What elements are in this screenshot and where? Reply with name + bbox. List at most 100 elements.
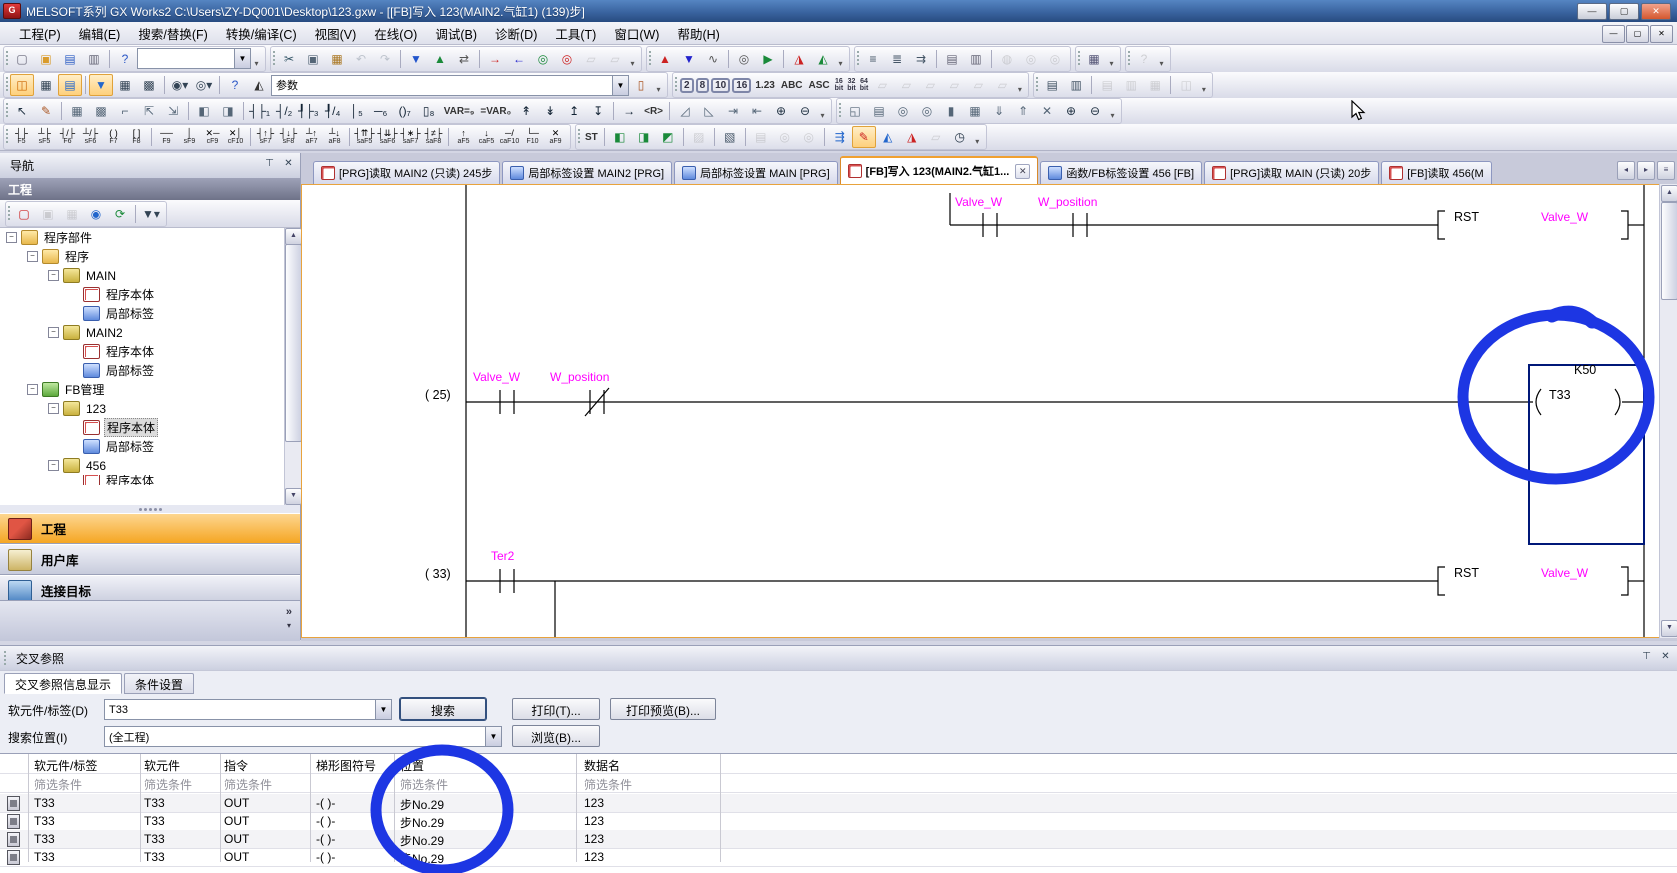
nav-close-icon[interactable]: ✕	[281, 157, 296, 172]
monitor-start-icon[interactable]: ▲	[653, 48, 677, 70]
table-cell-row2-col2[interactable]: OUT	[224, 832, 249, 846]
statement-insert-icon[interactable]: ▦	[1143, 74, 1167, 96]
xref-pin-icon[interactable]: ⊤	[1639, 650, 1654, 665]
comment-mark-icon[interactable]: ◧	[192, 100, 216, 122]
toolbar-overflow-icon[interactable]: ▾	[1106, 48, 1117, 70]
rebuild-all-icon[interactable]: ≣	[885, 48, 909, 70]
grid-interlock-icon[interactable]: ▦	[65, 100, 89, 122]
read-mode-tool-icon[interactable]: ◎	[773, 126, 797, 148]
display-octal-button[interactable]: 8	[696, 78, 710, 93]
statement-check-icon[interactable]: ◎	[1019, 48, 1043, 70]
minimize-button[interactable]: —	[1577, 3, 1607, 20]
filter-cell-4[interactable]: 筛选条件	[400, 776, 448, 793]
edit-pencil-icon[interactable]: ✎	[34, 100, 58, 122]
jump-pointer-icon[interactable]: →	[617, 100, 641, 122]
scan-monitor-2-icon[interactable]: ◭	[811, 48, 835, 70]
parameter-jump-icon[interactable]: ⇱	[137, 100, 161, 122]
filter-cell-2[interactable]: 筛选条件	[224, 776, 272, 793]
ladder-symbol-sF8-button[interactable]: ┤↓├sF8	[277, 125, 300, 149]
table-cell-row0-col5[interactable]: 123	[584, 796, 604, 810]
tree-item-程序本体-13[interactable]: 程序本体	[0, 475, 284, 485]
menu-item-9[interactable]: 窗口(W)	[605, 22, 668, 45]
ladder-symbol-saF8-button[interactable]: ┤≠├saF8	[422, 125, 445, 149]
zoom-out-icon[interactable]: ⊖	[793, 100, 817, 122]
find-contact-coil-icon[interactable]: ◭	[876, 126, 900, 148]
verify-with-plc-icon[interactable]: ⇄	[452, 48, 476, 70]
ladder-symbol-sF7-button[interactable]: ┤↑├sF7	[254, 125, 277, 149]
tree-item-局部标签-11[interactable]: 局部标签	[0, 437, 284, 456]
write-to-plc-icon[interactable]: ▼	[404, 48, 428, 70]
browse-button[interactable]: 浏览(B)...	[512, 725, 600, 747]
display-hex-button[interactable]: 16	[732, 78, 751, 93]
read-search-1-icon[interactable]: ◎	[891, 100, 915, 122]
pulse-rise-icon[interactable]: ↟	[514, 100, 538, 122]
xref-tab-0[interactable]: 交叉参照信息显示	[4, 673, 122, 694]
close-button[interactable]: ✕	[1641, 3, 1671, 20]
device-comment-display-icon[interactable]: ▼	[89, 74, 113, 96]
table-cell-row0-col3[interactable]: -( )-	[316, 796, 335, 810]
ladder-symbol-aF5-button[interactable]: ↑aF5	[452, 125, 475, 149]
table-cell-row2-col0[interactable]: T33	[34, 832, 55, 846]
chevron-expand-icon[interactable]: »	[286, 606, 292, 618]
quick-launch-combo[interactable]: ▼	[137, 48, 251, 69]
scroll-down-icon[interactable]: ▼	[285, 488, 302, 505]
chevron-down-icon[interactable]: ▾	[287, 621, 291, 630]
table-cell-row3-col2[interactable]: OUT	[224, 850, 249, 864]
ladder-symbol-sF6-button[interactable]: ┴/├sF6	[79, 125, 102, 149]
combo-arrow-icon[interactable]: ▼	[375, 700, 391, 719]
tree-item-程序-1[interactable]: −程序	[0, 247, 284, 266]
table-cell-row0-col4[interactable]: 步No.29	[400, 796, 444, 813]
ladder-editor[interactable]: ( 25) ( 33) Valve_W W_position RST Valve…	[301, 184, 1660, 638]
ladder-symbol-saF7-button[interactable]: ┤∗├saF7	[399, 125, 422, 149]
nav-pin-icon[interactable]: ⊤	[262, 157, 277, 172]
note-edit-icon[interactable]: ▥	[1119, 74, 1143, 96]
display-format-menu-icon[interactable]: ◉▾	[168, 74, 192, 96]
toolbar-overflow-icon[interactable]: ▾	[1198, 74, 1209, 96]
xref-close-icon[interactable]: ✕	[1658, 650, 1673, 665]
word-16bit-button[interactable]: 16bit	[833, 78, 846, 92]
ladder-symbol-F8-button[interactable]: [ ]F8	[125, 125, 148, 149]
tree-expander-icon[interactable]: −	[27, 251, 38, 262]
ladder-symbol-cF9-button[interactable]: ✕─cF9	[201, 125, 224, 149]
note-check-icon[interactable]: ◎	[1043, 48, 1067, 70]
write-mode-tool-icon[interactable]: ◎	[797, 126, 821, 148]
table-cell-row3-col3[interactable]: -( )-	[316, 850, 335, 864]
device-display-icon[interactable]: ▱	[924, 126, 948, 148]
table-cell-row3-col1[interactable]: T33	[144, 850, 165, 864]
device-tool-5-icon[interactable]: ▱	[966, 74, 990, 96]
display-asc-button[interactable]: ASC	[806, 80, 833, 91]
ladder-symbol-F9-button[interactable]: ──F9	[155, 125, 178, 149]
paste-icon[interactable]: ▦	[325, 48, 349, 70]
tree-expander-icon[interactable]: −	[6, 232, 17, 243]
mdi-close-button[interactable]: ✕	[1650, 25, 1673, 43]
tree-item-FB管理-8[interactable]: −FB管理	[0, 380, 284, 399]
table-cell-row2-col3[interactable]: -( )-	[316, 832, 335, 846]
statement-tool-icon[interactable]: ▧	[718, 126, 742, 148]
horizontal-line-icon[interactable]: ─₆	[369, 100, 393, 122]
table-cell-row1-col4[interactable]: 步No.29	[400, 814, 444, 831]
table-cell-row3-col0[interactable]: T33	[34, 850, 55, 864]
read-search-2-icon[interactable]: ◎	[915, 100, 939, 122]
display-ascii-button[interactable]: ABC	[778, 80, 806, 91]
label-tool-1-icon[interactable]: ◧	[608, 126, 632, 148]
toolbar-overflow-icon[interactable]: ▾	[627, 48, 638, 70]
column-header-0[interactable]: 软元件/标签	[34, 757, 97, 774]
tree-item-程序本体-6[interactable]: 程序本体	[0, 342, 284, 361]
statement-mark-icon[interactable]: ◨	[216, 100, 240, 122]
toolbar-overflow-icon[interactable]: ▾	[972, 126, 983, 148]
column-header-4[interactable]: 位置	[400, 757, 424, 774]
new-project-icon[interactable]: ▢	[10, 48, 34, 70]
contact-open-icon[interactable]: ┤├₁	[247, 100, 272, 122]
transfer-setup-icon[interactable]: ←	[507, 48, 531, 70]
device-tool-1-icon[interactable]: ▱	[870, 74, 894, 96]
label-tool-2-icon[interactable]: ◨	[632, 126, 656, 148]
menu-item-3[interactable]: 转换/编译(C)	[217, 22, 306, 45]
menu-item-8[interactable]: 工具(T)	[546, 22, 605, 45]
rule-edit-icon[interactable]: ◺	[697, 100, 721, 122]
save-project-icon[interactable]: ▤	[58, 48, 82, 70]
wire-mode-icon[interactable]: ⌐	[113, 100, 137, 122]
statement-edit-icon[interactable]: ▥	[1064, 74, 1088, 96]
panel-splitter[interactable]	[0, 505, 300, 513]
comment-edit-icon[interactable]: ▤	[1040, 74, 1064, 96]
filter-cell-5[interactable]: 筛选条件	[584, 776, 632, 793]
